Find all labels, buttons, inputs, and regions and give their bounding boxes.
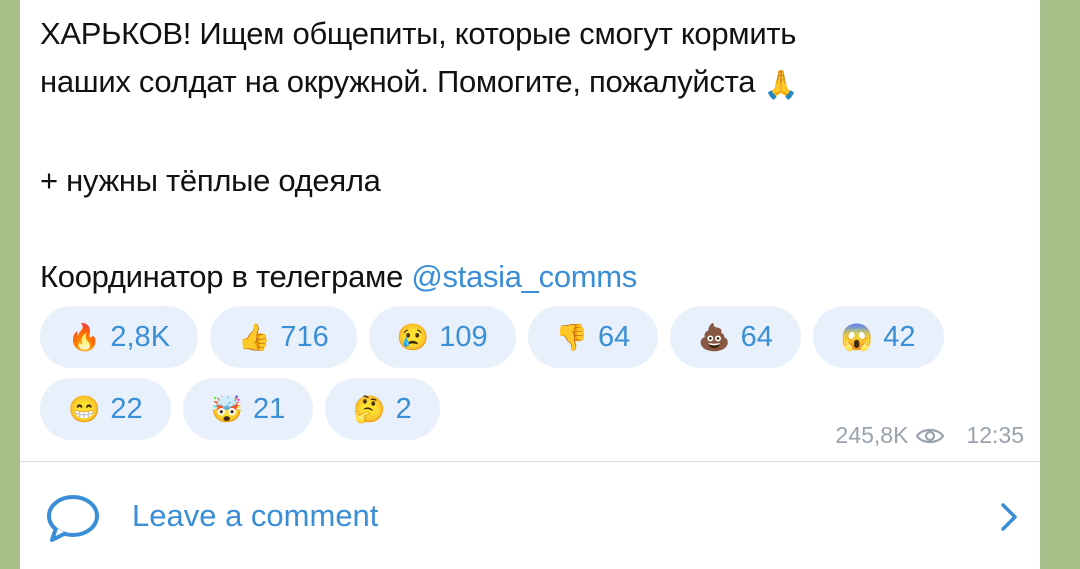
reaction-count: 716	[280, 320, 329, 353]
bubble-edge	[1040, 0, 1060, 569]
reaction-thumbs-up[interactable]: 👍 716	[210, 306, 357, 368]
praying-hands-emoji: 🙏	[763, 69, 799, 100]
mind-blown-icon: 🤯	[210, 394, 244, 424]
reaction-crying[interactable]: 😢 109	[368, 306, 516, 368]
leave-comment-label: Leave a comment	[132, 498, 379, 533]
message-line-2-text: наших солдат на окружной. Помогите, пожа…	[40, 64, 756, 99]
reactions-panel: 🔥 2,8K 👍 716 😢 109 👎 64 💩 64 😱 42 😁 22 🤯…	[40, 306, 960, 450]
message-line-2: наших солдат на окружной. Помогите, пожа…	[40, 58, 1000, 109]
thumbs-up-icon: 👍	[238, 322, 271, 352]
reaction-count: 22	[110, 392, 143, 425]
leave-comment-button[interactable]: Leave a comment	[20, 462, 1040, 569]
reactions-row-2: 😁 22 🤯 21 🤔 2	[40, 378, 960, 440]
view-count: 245,8K	[835, 422, 909, 448]
comment-bubble-icon	[47, 495, 99, 542]
reaction-count: 64	[740, 320, 773, 353]
reaction-grin[interactable]: 😁 22	[40, 378, 171, 440]
thinking-face-icon: 🤔	[353, 394, 386, 424]
reactions-row-1: 🔥 2,8K 👍 716 😢 109 👎 64 💩 64 😱 42	[40, 306, 960, 368]
reaction-thumbs-down[interactable]: 👎 64	[527, 306, 659, 368]
grinning-face-icon: 😁	[68, 394, 101, 424]
thumbs-down-icon: 👎	[555, 322, 588, 352]
chevron-right-icon	[1001, 503, 1017, 531]
reaction-thinking[interactable]: 🤔 2	[325, 378, 440, 440]
message-line-1: ХАРЬКОВ! Ищем общепиты, которые смогут к…	[40, 16, 797, 51]
message-meta: 245,8K 12:35	[836, 422, 1024, 449]
message-line-3: + нужны тёплые одеяла	[40, 163, 381, 198]
reaction-fire[interactable]: 🔥 2,8K	[40, 306, 199, 368]
message-text: ХАРЬКОВ! Ищем общепиты, которые смогут к…	[40, 10, 1000, 301]
message-time: 12:35	[966, 422, 1024, 448]
poop-icon: 💩	[698, 322, 731, 352]
message-line-4: Координатор в телеграме @stasia_comms	[40, 253, 1000, 301]
reaction-count: 42	[883, 320, 916, 353]
mention-link[interactable]: @stasia_comms	[411, 259, 637, 294]
fire-icon: 🔥	[68, 322, 101, 352]
reaction-count: 109	[439, 320, 488, 353]
reaction-mind-blown[interactable]: 🤯 21	[182, 378, 314, 440]
reaction-scream[interactable]: 😱 42	[812, 306, 944, 368]
crying-face-icon: 😢	[396, 322, 430, 352]
eye-icon	[916, 428, 945, 443]
screaming-face-icon: 😱	[840, 322, 874, 352]
reaction-poop[interactable]: 💩 64	[670, 306, 801, 368]
reaction-count: 2	[395, 392, 412, 425]
coordinator-label: Координатор в телеграме	[40, 259, 412, 294]
message-bubble: ХАРЬКОВ! Ищем общепиты, которые смогут к…	[20, 0, 1060, 569]
reaction-count: 21	[253, 392, 286, 425]
reaction-count: 64	[597, 320, 631, 353]
reaction-count: 2,8K	[110, 320, 171, 353]
